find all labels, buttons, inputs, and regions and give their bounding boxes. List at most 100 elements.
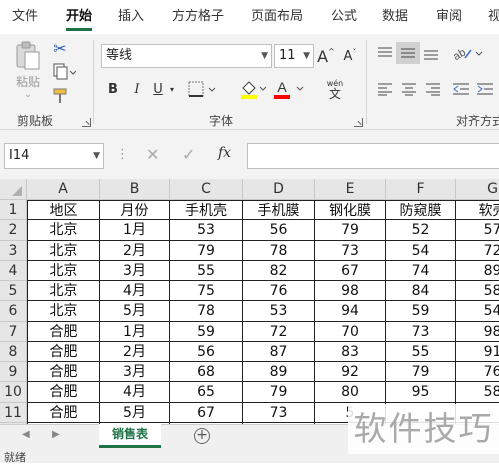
table-cell[interactable]: 合肥: [27, 402, 100, 423]
table-header-cell[interactable]: 手机膜: [243, 200, 315, 221]
bold-button[interactable]: B: [104, 78, 122, 100]
table-cell[interactable]: 89: [243, 362, 315, 383]
table-cell[interactable]: 北京: [27, 240, 100, 261]
table-cell[interactable]: 54: [456, 301, 499, 322]
sheet-tab-active[interactable]: 销售表: [99, 424, 161, 448]
table-cell[interactable]: 1月: [100, 220, 170, 241]
table-header-cell[interactable]: 钢化膜: [315, 200, 386, 221]
table-cell[interactable]: 76: [456, 362, 499, 383]
table-cell[interactable]: 北京: [27, 281, 100, 302]
tab-review[interactable]: 审阅: [436, 0, 462, 34]
tab-formulas[interactable]: 公式: [331, 0, 357, 34]
column-header[interactable]: G: [456, 179, 499, 200]
table-cell[interactable]: 74: [386, 260, 456, 281]
tab-data[interactable]: 数据: [382, 0, 408, 34]
table-header-cell[interactable]: 地区: [27, 200, 100, 221]
fill-color-button[interactable]: [238, 78, 268, 100]
grow-font-button[interactable]: A ^: [316, 44, 336, 68]
row-header[interactable]: 2: [0, 220, 27, 241]
align-center-button[interactable]: [398, 78, 420, 100]
table-header-cell[interactable]: 月份: [100, 200, 170, 221]
table-cell[interactable]: 78: [243, 240, 315, 261]
table-cell[interactable]: 合肥: [27, 321, 100, 342]
font-name-combo[interactable]: 等线 ▼: [101, 44, 272, 68]
select-all-corner[interactable]: [0, 179, 27, 200]
table-cell[interactable]: 98: [315, 281, 386, 302]
table-cell[interactable]: 80: [315, 382, 386, 403]
table-cell[interactable]: 1月: [100, 321, 170, 342]
column-header[interactable]: E: [315, 179, 386, 200]
formula-input[interactable]: [247, 143, 499, 169]
table-cell[interactable]: 4月: [100, 281, 170, 302]
phonetic-button[interactable]: wén 文: [322, 76, 348, 104]
row-header[interactable]: 5: [0, 281, 27, 302]
orientation-button[interactable]: ab: [450, 42, 486, 64]
tab-view[interactable]: 视: [488, 0, 499, 34]
table-cell[interactable]: 83: [315, 341, 386, 362]
table-cell[interactable]: 73: [315, 240, 386, 261]
table-header-cell[interactable]: 防窥膜: [386, 200, 456, 221]
table-cell[interactable]: 2月: [100, 240, 170, 261]
table-cell[interactable]: 73: [243, 402, 315, 423]
table-cell[interactable]: 78: [170, 301, 243, 322]
column-header[interactable]: D: [243, 179, 315, 200]
table-cell[interactable]: 79: [243, 382, 315, 403]
table-cell[interactable]: 58: [456, 281, 499, 302]
table-cell[interactable]: 北京: [27, 260, 100, 281]
align-bottom-button[interactable]: [420, 42, 442, 64]
column-header[interactable]: F: [386, 179, 456, 200]
row-header[interactable]: 11: [0, 402, 27, 423]
table-cell[interactable]: 5月: [100, 402, 170, 423]
table-header-cell[interactable]: 手机壳: [170, 200, 243, 221]
table-cell[interactable]: 70: [315, 321, 386, 342]
align-left-button[interactable]: [374, 78, 396, 100]
table-cell[interactable]: 98: [456, 322, 499, 342]
borders-button[interactable]: [186, 78, 218, 100]
table-cell[interactable]: 合肥: [27, 341, 100, 362]
table-cell[interactable]: 84: [386, 281, 456, 302]
table-cell[interactable]: 94: [315, 301, 386, 322]
table-cell[interactable]: 75: [170, 281, 243, 302]
table-cell[interactable]: 4月: [100, 382, 170, 403]
row-header[interactable]: 9: [0, 362, 27, 383]
font-size-combo[interactable]: 11 ▼: [274, 44, 314, 68]
table-cell[interactable]: 65: [170, 382, 243, 403]
table-cell[interactable]: 57: [456, 220, 499, 241]
table-cell[interactable]: 89: [456, 261, 499, 281]
format-painter-button[interactable]: [50, 86, 70, 106]
shrink-font-button[interactable]: Aˇ: [340, 44, 360, 68]
table-cell[interactable]: 3月: [100, 362, 170, 383]
table-cell[interactable]: 95: [386, 382, 456, 403]
scroll-right-icon[interactable]: ▶: [52, 429, 60, 440]
table-cell[interactable]: 北京: [27, 301, 100, 322]
underline-dropdown[interactable]: ▾: [166, 78, 178, 100]
table-cell[interactable]: 73: [386, 321, 456, 342]
table-cell[interactable]: 2月: [100, 341, 170, 362]
table-cell[interactable]: 59: [386, 301, 456, 322]
table-cell[interactable]: 55: [386, 341, 456, 362]
tab-insert[interactable]: 插入: [118, 0, 144, 34]
font-launcher-icon[interactable]: [354, 118, 363, 127]
table-cell[interactable]: 59: [170, 321, 243, 342]
table-cell[interactable]: 67: [170, 402, 243, 423]
align-top-button[interactable]: [374, 42, 396, 64]
table-cell[interactable]: 58: [456, 382, 499, 403]
font-color-button[interactable]: A: [272, 78, 306, 100]
table-cell[interactable]: 53: [243, 301, 315, 322]
table-cell[interactable]: 92: [315, 362, 386, 383]
table-cell[interactable]: 82: [243, 260, 315, 281]
table-cell[interactable]: 87: [243, 341, 315, 362]
decrease-indent-button[interactable]: [450, 78, 472, 100]
table-cell[interactable]: 合肥: [27, 362, 100, 383]
table-cell[interactable]: 56: [170, 341, 243, 362]
table-cell[interactable]: 54: [386, 240, 456, 261]
add-sheet-button[interactable]: +: [194, 428, 210, 444]
paste-button[interactable]: 粘贴 ⌄: [10, 40, 46, 100]
table-cell[interactable]: 79: [386, 362, 456, 383]
align-middle-button[interactable]: [396, 42, 420, 64]
tab-home[interactable]: 开始: [66, 0, 93, 34]
align-right-button[interactable]: [422, 78, 444, 100]
column-header[interactable]: B: [100, 179, 170, 200]
table-cell[interactable]: 53: [170, 220, 243, 241]
table-cell[interactable]: 79: [170, 240, 243, 261]
